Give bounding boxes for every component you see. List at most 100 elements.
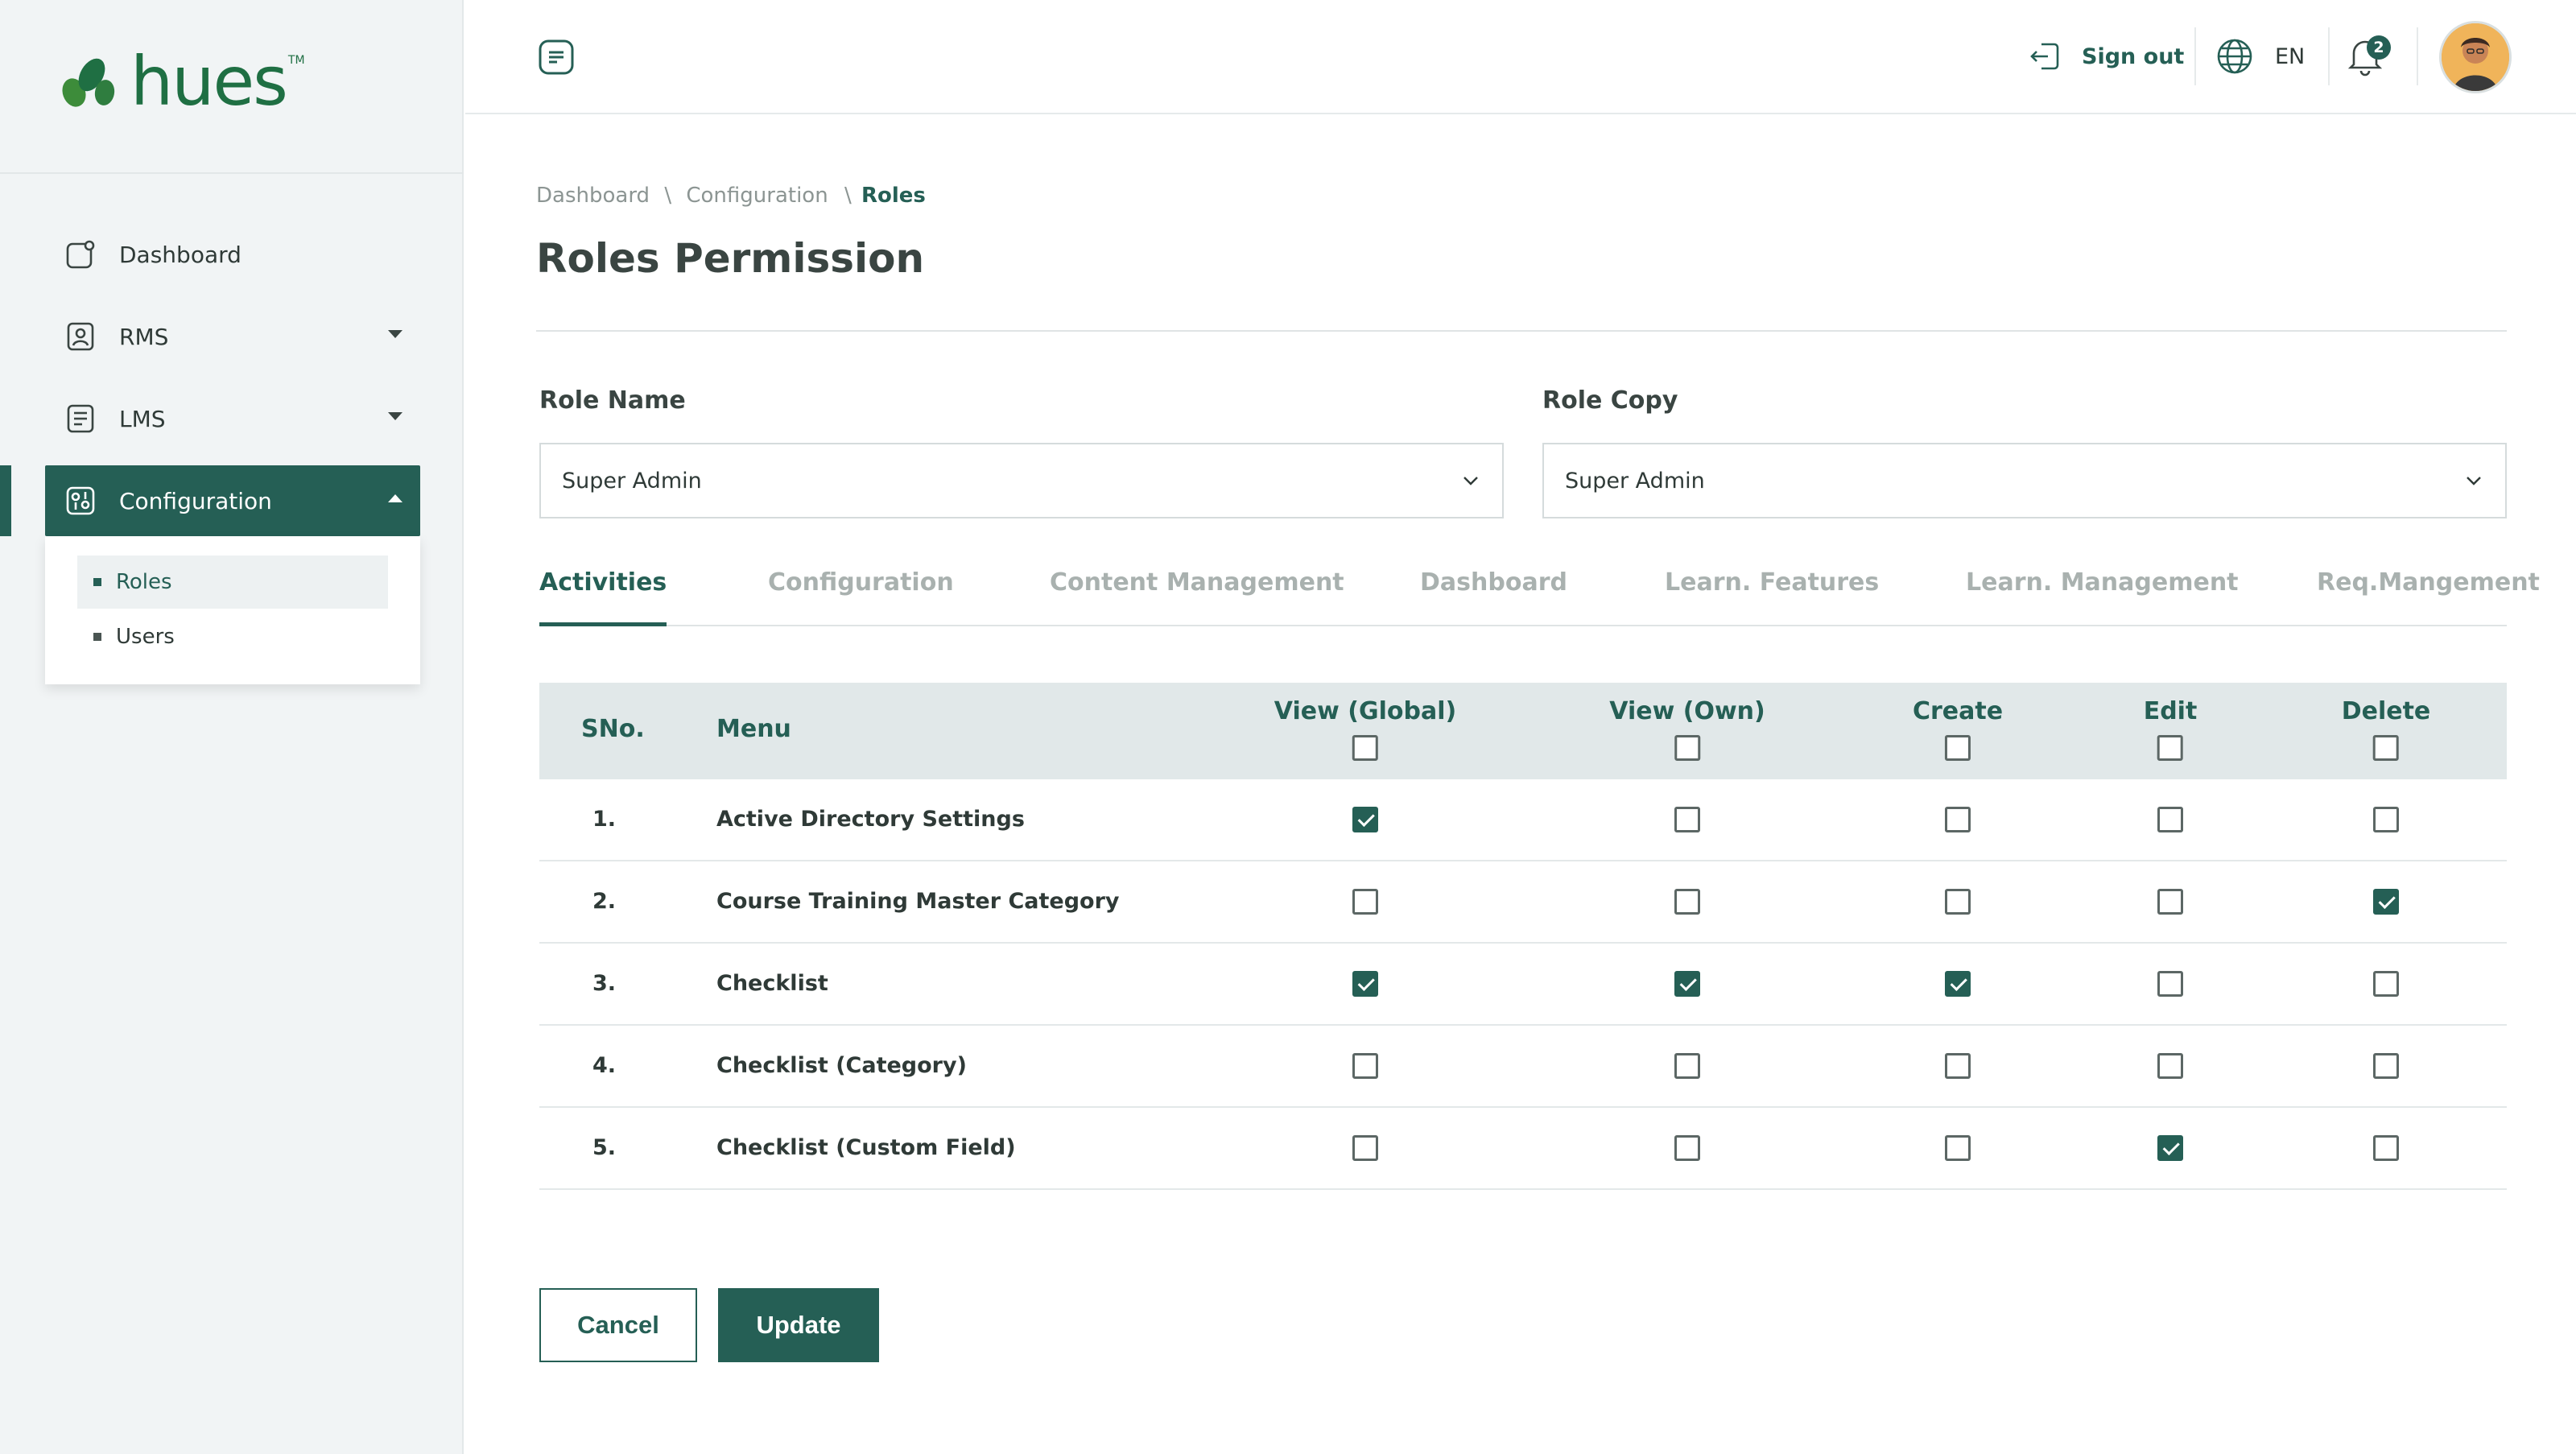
language-label: EN <box>2275 43 2306 69</box>
tab-learn-features[interactable]: Learn. Features <box>1665 560 1879 626</box>
create-checkbox[interactable] <box>1945 1053 1971 1079</box>
settings-sliders-icon <box>63 483 98 518</box>
view-global-checkbox[interactable] <box>1352 1135 1378 1161</box>
select-all-create-checkbox[interactable] <box>1945 735 1971 761</box>
tab-dashboard[interactable]: Dashboard <box>1420 560 1567 626</box>
delete-checkbox[interactable] <box>2373 971 2399 997</box>
sidebar-divider <box>0 172 464 174</box>
column-header-edit: Edit <box>2143 697 2198 761</box>
row-sno: 3. <box>592 971 617 996</box>
delete-checkbox[interactable] <box>2373 1135 2399 1161</box>
bullet-icon <box>93 578 101 586</box>
table-row: 2. Course Training Master Category <box>539 861 2507 944</box>
select-all-delete-checkbox[interactable] <box>2372 735 2399 761</box>
table-row: 1. Active Directory Settings <box>539 779 2507 861</box>
sign-out-button[interactable]: Sign out <box>2027 0 2184 113</box>
delete-checkbox[interactable] <box>2373 807 2399 832</box>
row-sno: 1. <box>592 807 617 832</box>
row-menu-name: Checklist (Category) <box>716 1053 967 1078</box>
breadcrumb-item-dashboard[interactable]: Dashboard <box>536 184 650 208</box>
sidebar-item-label: RMS <box>119 323 169 350</box>
sidebar-item-label: Dashboard <box>119 241 242 268</box>
edit-checkbox[interactable] <box>2157 807 2183 832</box>
language-selector[interactable]: EN <box>2215 0 2305 113</box>
sidebar-item-lms[interactable]: LMS <box>45 383 420 454</box>
sign-out-label: Sign out <box>2082 43 2185 69</box>
breadcrumb-separator: \ <box>844 184 852 208</box>
sidebar-nav: Dashboard RMS LMS Configuration <box>45 219 420 547</box>
delete-checkbox[interactable] <box>2373 1053 2399 1079</box>
create-checkbox[interactable] <box>1945 1135 1971 1161</box>
row-menu-name: Course Training Master Category <box>716 889 1120 914</box>
edit-checkbox[interactable] <box>2157 1053 2183 1079</box>
caret-up-icon <box>388 494 402 502</box>
edit-checkbox[interactable] <box>2157 971 2183 997</box>
role-name-value: Super Admin <box>562 468 702 494</box>
tab-req-management[interactable]: Req.Mangement <box>2317 560 2540 626</box>
column-header-view-own: View (Own) <box>1609 697 1765 761</box>
view-global-checkbox[interactable] <box>1352 889 1378 915</box>
submenu-item-roles[interactable]: Roles <box>77 556 388 609</box>
create-checkbox[interactable] <box>1945 971 1971 997</box>
top-header: Sign out EN 2 <box>465 0 2576 114</box>
view-own-checkbox[interactable] <box>1674 889 1700 915</box>
view-own-checkbox[interactable] <box>1674 1135 1700 1161</box>
view-global-checkbox[interactable] <box>1352 971 1378 997</box>
permissions-table: SNo. Menu View (Global) View (Own) Creat… <box>539 683 2507 1190</box>
create-checkbox[interactable] <box>1945 807 1971 832</box>
user-badge-icon <box>63 319 98 354</box>
user-avatar-icon <box>2442 23 2509 91</box>
view-global-checkbox[interactable] <box>1352 807 1378 832</box>
sidebar-item-dashboard[interactable]: Dashboard <box>45 219 420 290</box>
column-header-label: View (Global) <box>1274 697 1457 725</box>
permission-tabs: Activities Configuration Content Managem… <box>539 560 2540 626</box>
edit-checkbox[interactable] <box>2157 1135 2183 1161</box>
column-header-sno: SNo. <box>581 715 645 743</box>
dashboard-icon <box>63 237 98 272</box>
update-button[interactable]: Update <box>718 1288 879 1362</box>
create-checkbox[interactable] <box>1945 889 1971 915</box>
table-row: 4. Checklist (Category) <box>539 1026 2507 1108</box>
submenu-item-label: Roles <box>116 570 172 594</box>
row-sno: 2. <box>592 889 617 914</box>
column-header-label: Create <box>1912 697 2004 725</box>
header-divider <box>2417 27 2418 85</box>
view-own-checkbox[interactable] <box>1674 971 1700 997</box>
view-own-checkbox[interactable] <box>1674 1053 1700 1079</box>
tab-learn-management[interactable]: Learn. Management <box>1966 560 2239 626</box>
role-copy-label: Role Copy <box>1542 386 1678 415</box>
row-menu-name: Active Directory Settings <box>716 807 1025 832</box>
submenu-item-users[interactable]: Users <box>77 610 388 663</box>
column-header-view-global: View (Global) <box>1274 697 1456 761</box>
delete-checkbox[interactable] <box>2373 889 2399 915</box>
view-global-checkbox[interactable] <box>1352 1053 1378 1079</box>
role-name-select[interactable]: Super Admin <box>539 443 1504 518</box>
sidebar-item-configuration[interactable]: Configuration <box>45 465 420 536</box>
column-header-label: Edit <box>2143 697 2198 725</box>
select-all-view-global-checkbox[interactable] <box>1352 735 1378 761</box>
select-all-edit-checkbox[interactable] <box>2157 735 2183 761</box>
tab-configuration[interactable]: Configuration <box>768 560 954 626</box>
edit-checkbox[interactable] <box>2157 889 2183 915</box>
role-copy-select[interactable]: Super Admin <box>1542 443 2507 518</box>
tab-content-management[interactable]: Content Management <box>1050 560 1344 626</box>
user-avatar[interactable] <box>2439 21 2512 93</box>
sidebar-item-label: LMS <box>119 405 166 432</box>
menu-toggle-icon[interactable] <box>538 39 575 76</box>
column-header-label: View (Own) <box>1609 697 1765 725</box>
role-name-label: Role Name <box>539 386 686 415</box>
column-header-create: Create <box>1913 697 2003 761</box>
select-all-view-own-checkbox[interactable] <box>1674 735 1700 761</box>
sidebar-item-rms[interactable]: RMS <box>45 301 420 372</box>
notification-count-badge: 2 <box>2367 35 2391 60</box>
sign-out-icon <box>2030 43 2059 70</box>
chevron-down-icon <box>1463 477 1478 485</box>
brand-logo[interactable]: hues TM <box>58 45 305 118</box>
cancel-button[interactable]: Cancel <box>539 1288 697 1362</box>
breadcrumb-item-roles: Roles <box>861 184 926 208</box>
chevron-down-icon <box>2467 477 2481 485</box>
sidebar-item-label: Configuration <box>119 487 272 514</box>
breadcrumb-item-configuration[interactable]: Configuration <box>686 184 828 208</box>
view-own-checkbox[interactable] <box>1674 807 1700 832</box>
tab-activities[interactable]: Activities <box>539 560 667 626</box>
